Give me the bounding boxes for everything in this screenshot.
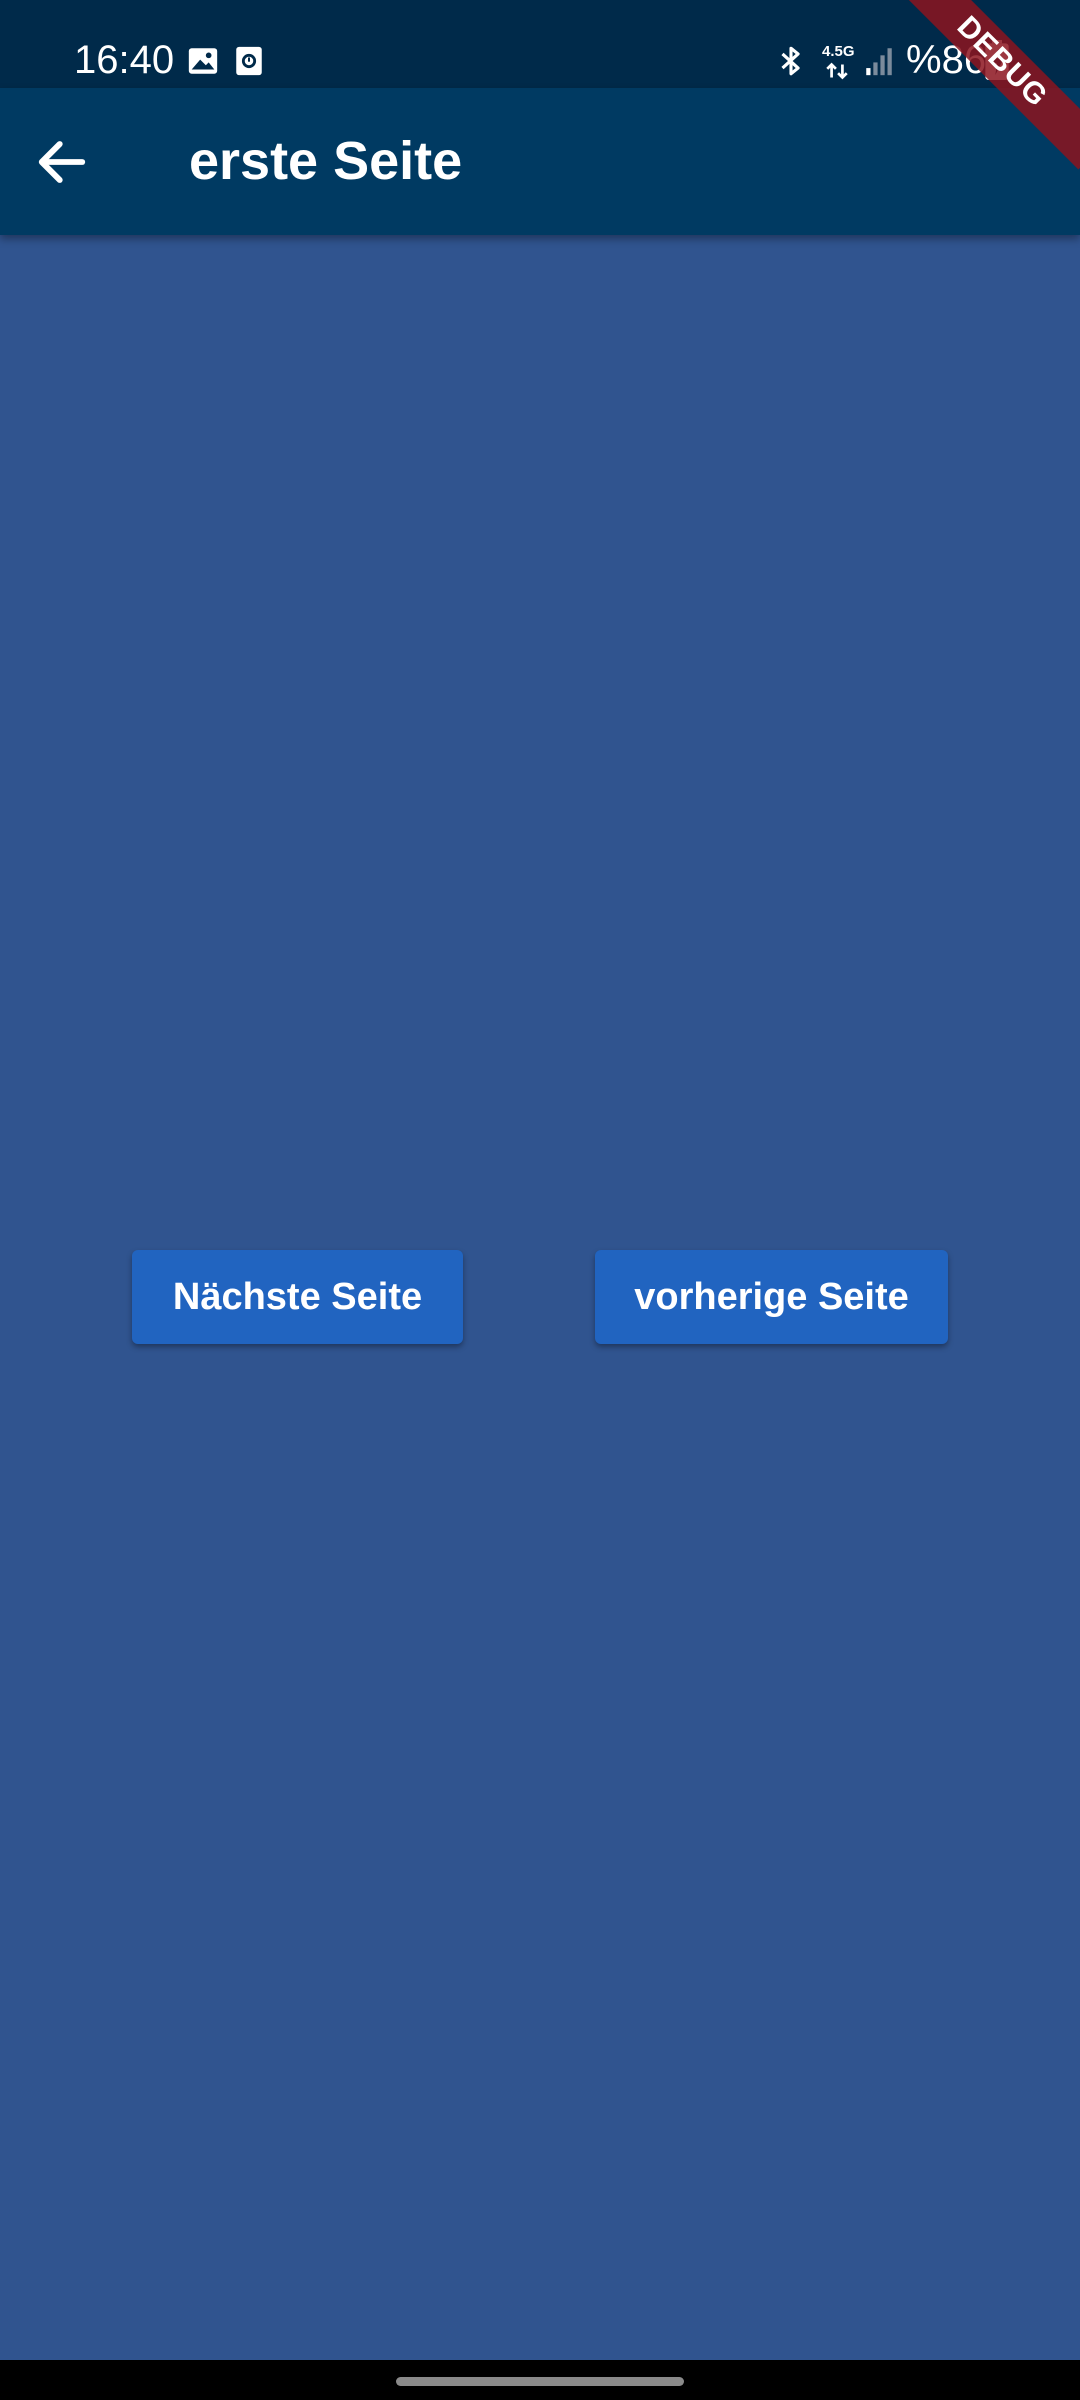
signal-icon [866, 48, 892, 76]
next-page-button[interactable]: Nächste Seite [132, 1250, 463, 1344]
network-label: 4.5G [822, 43, 855, 60]
status-time: 16:40 [74, 38, 175, 82]
bluetooth-icon [781, 46, 800, 76]
battery-percentage: %86 [906, 38, 987, 82]
status-bar: 16:40 4.5G %86 [0, 0, 1080, 88]
navigation-bar [0, 2360, 1080, 2400]
back-arrow-icon [38, 141, 86, 183]
battery-icon [985, 40, 1009, 80]
screen-record-icon [236, 46, 262, 76]
app-bar: erste Seite [0, 88, 1080, 235]
previous-page-button[interactable]: vorherige Seite [595, 1250, 948, 1344]
gallery-icon [188, 48, 218, 74]
back-button[interactable] [30, 130, 94, 194]
home-indicator[interactable] [396, 2377, 684, 2386]
mobile-data-icon: 4.5G [820, 44, 856, 84]
page-title: erste Seite [189, 131, 463, 191]
